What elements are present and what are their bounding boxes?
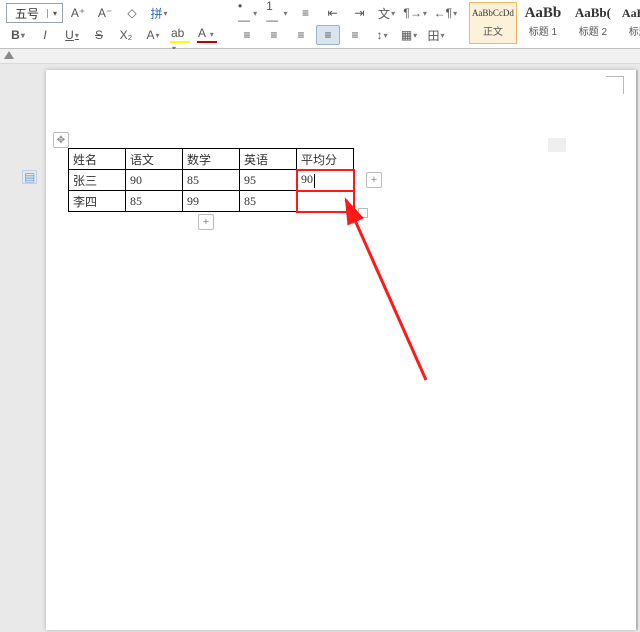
style-preview: AaBb <box>520 3 566 23</box>
style-item-heading3[interactable]: AaBbC( 标题 3 <box>619 2 640 44</box>
bold-dropdown[interactable]: B <box>6 25 30 45</box>
align-right-button[interactable]: ≡ <box>289 25 313 45</box>
style-item-normal[interactable]: AaBbCcDd 正文 <box>469 2 517 44</box>
align-justify-button[interactable]: ≡ <box>316 25 340 45</box>
text-caret <box>314 174 315 188</box>
multilevel-list-button[interactable]: ≡ <box>294 3 318 23</box>
cell-english[interactable]: 95 <box>240 170 297 191</box>
cell-math[interactable]: 99 <box>183 191 240 212</box>
styles-gallery: AaBbCcDd 正文 AaBb 标题 1 AaBb( 标题 2 AaBbC( … <box>469 0 640 44</box>
style-preview: AaBbCcDd <box>470 3 516 23</box>
align-distribute-button[interactable]: ≡ <box>343 25 367 45</box>
font-size-value: 五号 <box>7 5 47 22</box>
subscript-button[interactable]: X₂ <box>114 25 138 45</box>
font-size-combo[interactable]: 五号 ▾ <box>6 3 63 23</box>
asian-layout-button[interactable]: 文 <box>375 3 399 23</box>
font-color-button[interactable]: A <box>195 25 219 45</box>
cell-average-active[interactable]: 90 <box>297 170 354 191</box>
cell-average[interactable] <box>297 191 354 212</box>
clear-formatting-button[interactable]: ◇ <box>120 3 144 23</box>
cell-name[interactable]: 李四 <box>69 191 126 212</box>
rtl-button[interactable]: ←¶ <box>432 3 459 23</box>
font-group: 五号 ▾ A⁺ A⁻ ◇ 拼 B I U S X₂ A ab A <box>0 0 225 46</box>
style-item-heading1[interactable]: AaBb 标题 1 <box>519 2 567 44</box>
crop-mark <box>606 76 624 77</box>
table-row: 张三 90 85 95 90 <box>69 170 354 191</box>
align-center-button[interactable]: ≡ <box>262 25 286 45</box>
highlight-color-bar <box>170 41 190 43</box>
style-label: 标题 3 <box>620 23 640 38</box>
font-color-icon: A <box>198 26 205 40</box>
add-column-button[interactable]: + <box>366 172 382 188</box>
font-color-bar <box>197 41 217 43</box>
chevron-down-icon: ▾ <box>47 9 62 18</box>
document-area: ▤ ✥ 姓名 语文 数学 英语 平均分 张三 90 85 95 90 <box>0 64 640 632</box>
plus-icon: + <box>203 216 209 228</box>
style-item-heading2[interactable]: AaBb( 标题 2 <box>569 2 617 44</box>
shrink-font-button[interactable]: A⁻ <box>93 3 117 23</box>
cell-name[interactable]: 张三 <box>69 170 126 191</box>
increase-indent-button[interactable]: ⇥ <box>348 3 372 23</box>
decrease-indent-button[interactable]: ⇤ <box>321 3 345 23</box>
th-chinese[interactable]: 语文 <box>126 149 183 170</box>
crop-mark <box>623 76 624 94</box>
italic-button[interactable]: I <box>33 25 57 45</box>
th-name[interactable]: 姓名 <box>69 149 126 170</box>
add-row-button[interactable]: + <box>198 214 214 230</box>
score-table[interactable]: 姓名 语文 数学 英语 平均分 张三 90 85 95 90 李四 <box>68 148 354 212</box>
style-preview: AaBb( <box>570 3 616 23</box>
table-move-handle[interactable]: ✥ <box>53 132 69 148</box>
th-math[interactable]: 数学 <box>183 149 240 170</box>
cell-english[interactable]: 85 <box>240 191 297 212</box>
numbering-button[interactable]: 1— <box>263 3 290 23</box>
plus-icon: + <box>371 174 377 186</box>
ltr-button[interactable]: ¶→ <box>402 3 429 23</box>
move-icon: ✥ <box>57 135 65 146</box>
grow-font-button[interactable]: A⁺ <box>66 3 90 23</box>
content-control-handle[interactable] <box>548 138 566 152</box>
page-thumbnail-icon[interactable]: ▤ <box>22 170 37 184</box>
underline-dropdown[interactable]: U <box>60 25 84 45</box>
paragraph-group: •— 1— ≡ ⇤ ⇥ 文 ¶→ ←¶ ≡ ≡ ≡ ≡ ≡ ↕ ▦ 田 <box>229 0 465 46</box>
line-spacing-button[interactable]: ↕ <box>370 25 394 45</box>
th-english[interactable]: 英语 <box>240 149 297 170</box>
highlight-icon: ab <box>171 26 184 40</box>
bullets-button[interactable]: •— <box>235 3 260 23</box>
ruler-indent-marker[interactable] <box>4 51 14 59</box>
table-resize-handle[interactable] <box>358 208 368 218</box>
th-average[interactable]: 平均分 <box>297 149 354 170</box>
cell-text: 90 <box>301 172 313 186</box>
align-left-button[interactable]: ≡ <box>235 25 259 45</box>
cell-math[interactable]: 85 <box>183 170 240 191</box>
highlight-color-button[interactable]: ab <box>168 25 192 45</box>
table-row: 李四 85 99 85 <box>69 191 354 212</box>
strikethrough-button[interactable]: S <box>87 25 111 45</box>
style-label: 正文 <box>470 23 516 38</box>
ribbon: 五号 ▾ A⁺ A⁻ ◇ 拼 B I U S X₂ A ab A <box>0 0 640 49</box>
cell-chinese[interactable]: 90 <box>126 170 183 191</box>
table-header-row: 姓名 语文 数学 英语 平均分 <box>69 149 354 170</box>
table-wrap: 姓名 语文 数学 英语 平均分 张三 90 85 95 90 李四 <box>68 148 354 212</box>
shading-button[interactable]: ▦ <box>397 25 421 45</box>
style-label: 标题 2 <box>570 23 616 38</box>
cell-chinese[interactable]: 85 <box>126 191 183 212</box>
text-effects-button[interactable]: A <box>141 25 165 45</box>
ruler[interactable] <box>0 49 640 64</box>
phonetic-guide-button[interactable]: 拼 <box>147 3 171 23</box>
style-preview: AaBbC( <box>620 3 640 23</box>
style-label: 标题 1 <box>520 23 566 38</box>
page[interactable]: ▤ ✥ 姓名 语文 数学 英语 平均分 张三 90 85 95 90 <box>46 70 636 630</box>
page-shadow <box>636 70 638 630</box>
borders-button[interactable]: 田 <box>424 25 448 45</box>
